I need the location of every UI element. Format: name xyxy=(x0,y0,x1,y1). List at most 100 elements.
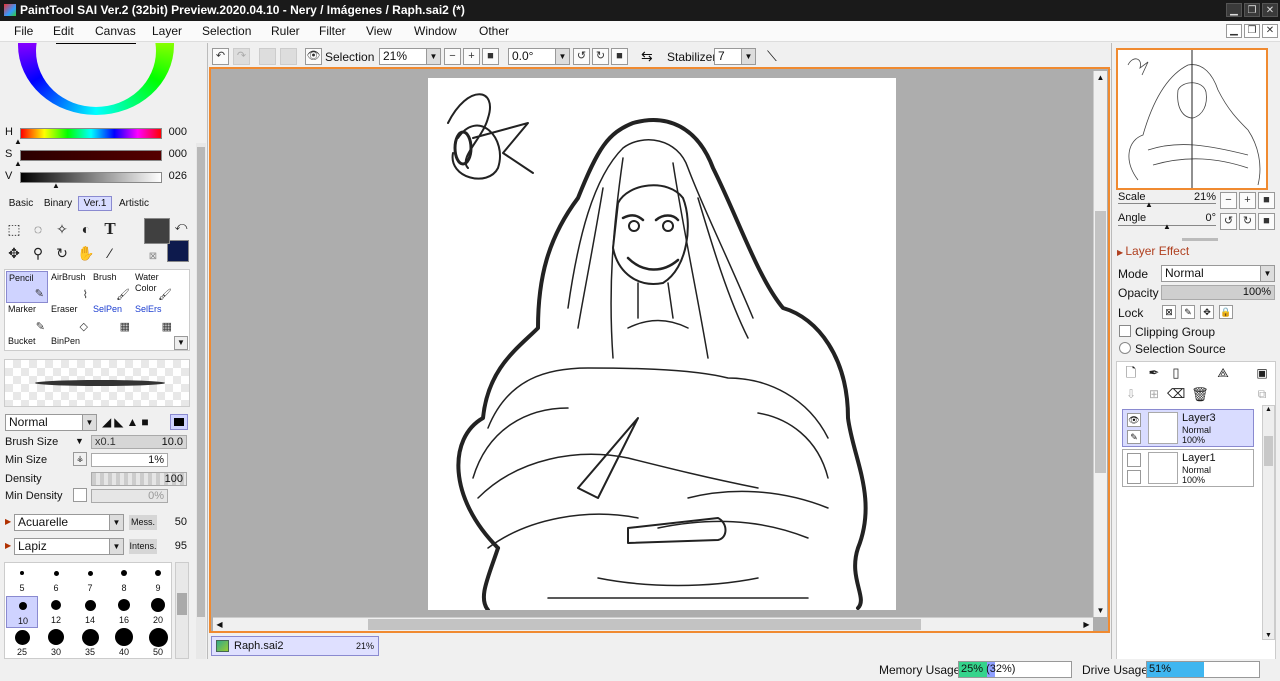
brush-binpen[interactable]: BinPen xyxy=(49,335,91,350)
value-slider[interactable] xyxy=(20,172,162,183)
invert-selection-icon[interactable] xyxy=(280,48,297,65)
hand-icon[interactable]: ✋ xyxy=(77,244,95,262)
brush-brush[interactable]: Brush 🖌 xyxy=(91,271,133,303)
lock-paint-icon[interactable]: ✎ xyxy=(1181,305,1195,319)
size-cell-6[interactable]: 6 xyxy=(40,564,72,596)
swap-colors-icon[interactable]: ⤺ xyxy=(172,217,190,235)
menu-edit[interactable]: Edit xyxy=(53,24,74,38)
doc-restore-button[interactable]: ❐ xyxy=(1244,24,1260,38)
brush-selpen[interactable]: SelPen ▦ xyxy=(91,303,133,335)
tab-binary[interactable]: Binary xyxy=(41,196,75,211)
texture-expand-icon[interactable]: ▶ xyxy=(5,517,11,526)
eyedropper-icon[interactable]: ⁄ xyxy=(101,244,119,262)
transparent-color-icon[interactable]: ⊠ xyxy=(144,248,162,266)
size-cell-30[interactable]: 30 xyxy=(40,628,72,659)
layer-mode-select[interactable]: Normal ▼ xyxy=(1161,265,1275,282)
drawing-canvas[interactable] xyxy=(428,78,896,612)
menu-canvas[interactable]: Canvas xyxy=(95,24,136,38)
zoom-out-button[interactable]: − xyxy=(444,48,461,65)
stabilizer-select[interactable]: 7 ▼ xyxy=(714,48,756,65)
size-cell-5[interactable]: 5 xyxy=(6,564,38,596)
tab-ver1[interactable]: Ver.1 xyxy=(78,196,112,211)
min-density-field[interactable]: 0% xyxy=(91,489,168,503)
edit-pen-icon[interactable]: ✎ xyxy=(1127,430,1141,444)
visibility-toggle[interactable] xyxy=(1127,453,1141,467)
menu-view[interactable]: View xyxy=(366,24,392,38)
brush-grid-scroll-down[interactable]: ▼ xyxy=(174,336,188,350)
lasso-icon[interactable]: ◌ xyxy=(29,220,47,238)
size-cell-35[interactable]: 35 xyxy=(74,628,106,659)
layer-list-scrollbar[interactable]: ▲ ▼ xyxy=(1262,405,1275,640)
angle-rotate-left-icon[interactable]: ↺ xyxy=(1220,213,1237,230)
brush-marker[interactable]: Marker ✎ xyxy=(6,303,48,335)
texture-select[interactable]: Acuarelle ▼ xyxy=(14,514,124,531)
color-wheel[interactable] xyxy=(18,43,174,117)
minimize-button[interactable]: ▁ xyxy=(1226,3,1242,17)
shape-param-value[interactable]: 95 xyxy=(160,539,187,554)
layer-mask-apply-icon[interactable]: ⧉ xyxy=(1253,385,1271,403)
angle-reset-button[interactable]: ■ xyxy=(1258,213,1275,230)
edit-toggle[interactable] xyxy=(1127,470,1141,484)
delete-layer-icon[interactable]: 🗑 xyxy=(1191,385,1209,403)
brush-selers[interactable]: SelErs ▦ xyxy=(133,303,175,335)
rotate-left-icon[interactable]: ↺ xyxy=(573,48,590,65)
size-cell-8[interactable]: 8 xyxy=(108,564,140,596)
canvas-vscroll-thumb[interactable] xyxy=(1095,211,1106,473)
menu-selection[interactable]: Selection xyxy=(202,24,251,38)
panel-splitter[interactable] xyxy=(1182,238,1218,241)
size-cell-40[interactable]: 40 xyxy=(108,628,140,659)
menu-other[interactable]: Other xyxy=(479,24,509,38)
brush-watercolor[interactable]: Water Color 🖌 xyxy=(133,271,175,303)
brush-bucket[interactable]: Bucket xyxy=(6,335,48,350)
zoom-select[interactable]: 21% ▼ xyxy=(379,48,441,65)
canvas-hscroll-thumb[interactable] xyxy=(368,619,921,630)
merge-down-icon[interactable]: ⊞ xyxy=(1145,385,1163,403)
size-cell-9[interactable]: 9 xyxy=(142,564,174,596)
layer-item-layer1[interactable]: Layer1 Normal 100% xyxy=(1122,449,1254,487)
shape-expand-icon[interactable]: ▶ xyxy=(5,541,11,550)
new-layer-icon[interactable]: 🗋 xyxy=(1122,364,1140,382)
magic-wand-icon[interactable]: ✧ xyxy=(53,220,71,238)
navigator-preview[interactable] xyxy=(1116,48,1268,190)
lock-all-icon[interactable]: 🔒 xyxy=(1219,305,1233,319)
straight-line-icon[interactable]: ⟍ xyxy=(767,48,777,65)
canvas-viewport[interactable] xyxy=(213,71,1093,617)
density-field[interactable]: 100 xyxy=(91,472,187,486)
lock-transparency-icon[interactable]: ⊠ xyxy=(1162,305,1176,319)
selection-source-radio[interactable] xyxy=(1119,342,1131,354)
brush-tip-shapes[interactable]: ◢◣▲■ xyxy=(102,415,152,429)
size-cell-20[interactable]: 20 xyxy=(142,596,174,628)
color-square[interactable] xyxy=(56,43,136,44)
opacity-slider[interactable]: 100% xyxy=(1161,285,1275,300)
shape-icon[interactable]: ◐ xyxy=(77,220,95,238)
pressure-density-checkbox[interactable] xyxy=(73,488,87,502)
canvas-horizontal-scrollbar[interactable]: ◀ ▶ xyxy=(213,617,1093,631)
size-cell-25[interactable]: 25 xyxy=(6,628,38,659)
selection-visibility-icon[interactable]: 👁 xyxy=(305,48,322,65)
zoom-icon[interactable]: ⚲ xyxy=(29,244,47,262)
size-cell-16[interactable]: 16 xyxy=(108,596,140,628)
text-tool-icon[interactable]: T xyxy=(101,220,119,238)
size-cell-12[interactable]: 12 xyxy=(40,596,72,628)
min-size-field[interactable]: 1% xyxy=(91,453,168,467)
brush-pencil[interactable]: Pencil ✎ xyxy=(6,271,48,303)
menu-window[interactable]: Window xyxy=(414,24,457,38)
brush-eraser[interactable]: Eraser ◇ xyxy=(49,303,91,335)
scale-slider[interactable] xyxy=(1118,203,1216,204)
pressure-size-icon[interactable]: ⚶ xyxy=(73,452,87,466)
scale-increase-button[interactable]: + xyxy=(1239,192,1256,209)
blend-mode-select[interactable]: Normal ▼ xyxy=(5,414,97,431)
zoom-in-button[interactable]: + xyxy=(463,48,480,65)
deselect-icon[interactable] xyxy=(259,48,276,65)
menu-layer[interactable]: Layer xyxy=(152,24,182,38)
layer-item-layer3[interactable]: 👁 ✎ Layer3 Normal 100% xyxy=(1122,409,1254,447)
rotate-right-icon[interactable]: ↻ xyxy=(592,48,609,65)
secondary-color-swatch[interactable] xyxy=(167,240,189,262)
new-folder-icon[interactable]: ▯ xyxy=(1167,364,1185,382)
shape-select[interactable]: Lapiz ▼ xyxy=(14,538,124,555)
menu-file[interactable]: File xyxy=(14,24,33,38)
clear-layer-icon[interactable]: ⌫ xyxy=(1167,385,1185,403)
texture-param-value[interactable]: 50 xyxy=(160,515,187,530)
lock-move-icon[interactable]: ✥ xyxy=(1200,305,1214,319)
primary-color-swatch[interactable] xyxy=(144,218,170,244)
